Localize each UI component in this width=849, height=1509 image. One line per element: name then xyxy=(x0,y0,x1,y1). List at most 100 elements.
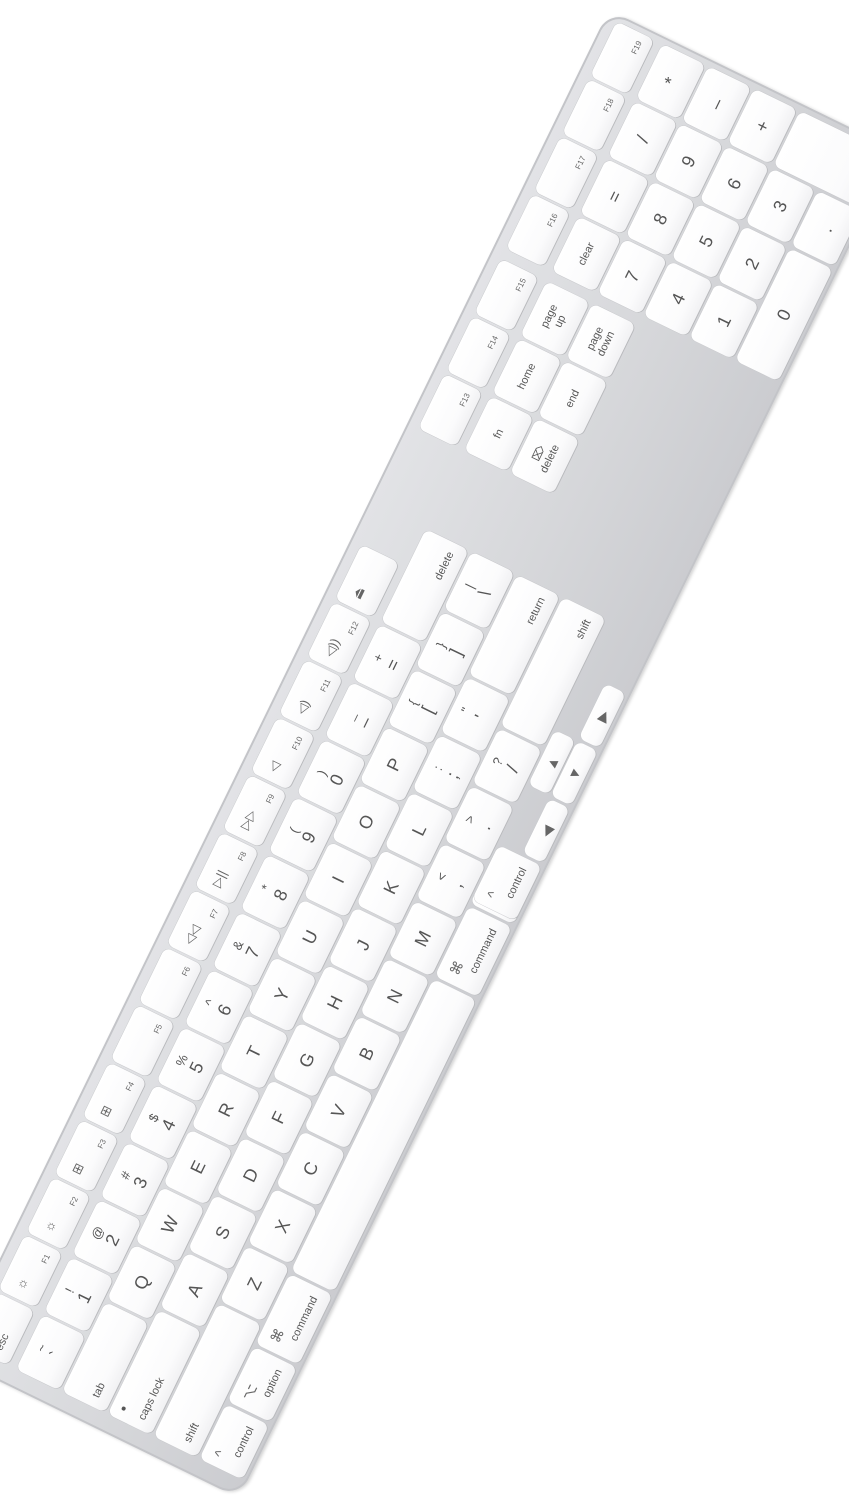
key-legend: 4 xyxy=(157,1116,180,1134)
key-legend: – xyxy=(353,713,377,732)
key-legend: ' xyxy=(470,711,491,724)
key-legend: F18 xyxy=(601,96,616,114)
key-legend: 8 xyxy=(269,886,292,904)
key-legend: E xyxy=(186,1157,210,1178)
key-legend: 5 xyxy=(695,232,718,251)
key-legend: 6 xyxy=(213,1001,236,1019)
key-legend: N xyxy=(383,986,407,1007)
key-legend: F19 xyxy=(629,39,644,56)
function-glyph-icon: ☼ xyxy=(12,1274,32,1292)
key-legend: M xyxy=(410,927,436,950)
key-legend: F8 xyxy=(236,850,249,863)
key-legend: * xyxy=(660,74,682,90)
key-legend: K xyxy=(379,877,403,898)
key-legend: – xyxy=(705,95,728,113)
key-legend: ; xyxy=(442,768,463,782)
key-legend: 2 xyxy=(740,254,764,273)
key-legend-group: ⌦ delete xyxy=(527,438,562,476)
key-legend: 3 xyxy=(769,197,792,216)
key-legend: F1 xyxy=(39,1252,52,1266)
key-legend: = xyxy=(381,655,405,674)
key-legend: A xyxy=(183,1280,207,1301)
key-legend: 1 xyxy=(73,1288,96,1307)
key-legend: O xyxy=(354,811,379,833)
key-legend: tab xyxy=(90,1380,108,1400)
key-legend: = xyxy=(603,187,626,206)
key-legend: 3 xyxy=(129,1173,152,1192)
key-legend: 0 xyxy=(325,771,349,789)
key-legend: ] xyxy=(445,645,466,659)
key-legend: F15 xyxy=(513,276,529,294)
key-legend: 5 xyxy=(185,1058,208,1077)
function-glyph-icon: ☼ xyxy=(40,1217,60,1235)
key-legend: . xyxy=(474,819,495,833)
key-legend: + xyxy=(751,117,774,136)
key-legend: P xyxy=(382,754,406,775)
function-glyph-icon: ⊞ xyxy=(96,1102,115,1120)
arrow-left-key[interactable]: ◀ xyxy=(522,798,570,864)
key-legend: shift xyxy=(182,1421,202,1445)
key-legend: 7 xyxy=(621,267,644,286)
arrow-right-key[interactable]: ▶ xyxy=(578,683,627,749)
key-legend: 9 xyxy=(297,828,320,847)
key-legend: command xyxy=(288,1294,321,1344)
function-glyph-icon: ▷|| xyxy=(208,867,230,890)
key-legend: return xyxy=(524,595,548,627)
key-legend: F10 xyxy=(290,735,305,752)
arrow-right-icon: ▶ xyxy=(592,707,612,725)
key-legend: . xyxy=(815,221,837,236)
key-legend: / xyxy=(502,762,523,776)
key-legend: 1 xyxy=(712,312,736,331)
function-glyph-icon: ◁)) xyxy=(321,635,343,660)
key-legend: F5 xyxy=(151,1022,165,1036)
key-legend: L xyxy=(407,821,431,839)
key-legend: F13 xyxy=(457,391,472,409)
key-legend: 9 xyxy=(677,152,700,171)
key-legend: / xyxy=(632,132,653,146)
modifier-glyph-icon: ^ xyxy=(483,888,501,902)
key-legend: F4 xyxy=(123,1080,137,1093)
key-legend: option xyxy=(260,1367,285,1400)
key-legend-group: page up xyxy=(539,303,571,336)
key-legend: [ xyxy=(417,703,438,717)
key-legend: W xyxy=(157,1212,183,1237)
key-legend: clear xyxy=(575,240,598,268)
key-legend: F9 xyxy=(264,792,277,805)
key-legend: shift xyxy=(573,617,594,642)
key-legend-group: page down xyxy=(584,324,618,358)
key-legend: T xyxy=(242,1042,266,1062)
function-glyph-icon: ⏏ xyxy=(349,584,368,602)
key-legend: R xyxy=(214,1099,238,1120)
key-legend: F14 xyxy=(485,334,500,351)
key-legend: Q xyxy=(129,1271,154,1293)
key-legend: control xyxy=(231,1424,257,1460)
key-legend: F16 xyxy=(545,212,560,229)
key-legend: S xyxy=(211,1222,235,1243)
key-legend: esc xyxy=(0,1331,12,1353)
key-legend: B xyxy=(355,1043,379,1064)
key-legend: 7 xyxy=(241,943,264,962)
key-legend: 0 xyxy=(772,305,796,324)
key-legend: F xyxy=(267,1108,291,1128)
key-legend: command xyxy=(467,926,500,976)
key-legend: Y xyxy=(270,984,294,1005)
key-legend: , xyxy=(446,877,467,891)
key-legend: 2 xyxy=(101,1231,124,1249)
modifier-glyph-icon: ⌥ xyxy=(238,1381,261,1403)
caps-lock-indicator-icon xyxy=(120,1405,127,1412)
key-legend: G xyxy=(294,1049,319,1071)
modifier-glyph-icon: ⌘ xyxy=(446,958,467,978)
key-legend: end xyxy=(563,387,583,410)
key-legend: F6 xyxy=(180,965,193,978)
key-legend: 6 xyxy=(723,174,746,193)
key-legend: control xyxy=(504,865,530,901)
modifier-glyph-icon: ^ xyxy=(210,1447,229,1461)
arrow-up-icon: ▲ xyxy=(541,752,562,773)
key-legend: D xyxy=(238,1164,263,1186)
key-legend: 8 xyxy=(649,210,672,228)
key-legend: F7 xyxy=(208,907,221,921)
key-legend: \ xyxy=(474,586,495,600)
function-glyph-icon: ◁◁ xyxy=(180,922,204,947)
keyboard-body: esc ☼ F1 ☼ F2 ⊞ F3 ⊞ F4 F5 F6 ◁◁ F7 ▷|| F8 ▷▷ F9 ◁ F10 ◁) F1… xyxy=(0,9,849,1499)
function-glyph-icon: ◁ xyxy=(264,758,283,775)
